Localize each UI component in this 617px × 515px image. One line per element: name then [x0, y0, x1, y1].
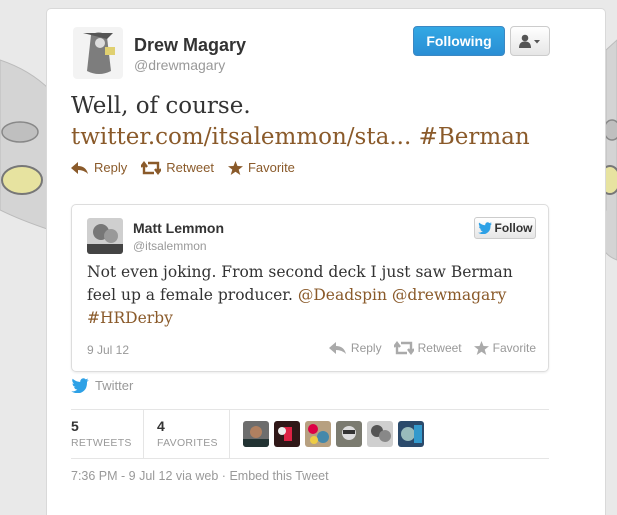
retweet-action[interactable]: Retweet: [141, 160, 214, 175]
embedded-retweet-action[interactable]: Retweet: [393, 341, 462, 355]
hashtag-hrderby[interactable]: #HRDerby: [87, 309, 173, 327]
author-info: Drew Magary @drewmagary: [134, 35, 246, 73]
retweet-label: Retweet: [166, 160, 214, 175]
stats-divider: [143, 410, 144, 458]
author-name[interactable]: Drew Magary: [134, 35, 246, 56]
twitter-bird-icon: [71, 378, 89, 393]
following-button[interactable]: Following: [413, 26, 505, 56]
embedded-retweet-label: Retweet: [417, 341, 462, 355]
mention-drewmagary[interactable]: @drewmagary: [392, 286, 507, 304]
star-icon: [473, 341, 489, 355]
favorites-count: 4: [157, 418, 165, 434]
retweet-icon: [141, 160, 162, 175]
favorite-action[interactable]: Favorite: [227, 160, 295, 175]
favoriter-avatar[interactable]: [336, 421, 362, 447]
embedded-date[interactable]: 9 Jul 12: [87, 343, 129, 357]
embedded-avatar[interactable]: [87, 218, 123, 254]
embed-tweet-link[interactable]: Embed this Tweet: [229, 469, 328, 483]
favorites-label: FAVORITES: [157, 437, 218, 449]
tweet-actions: Reply Retweet Favorite: [71, 160, 295, 175]
embedded-reply-label: Reply: [350, 341, 382, 355]
favoriter-avatar[interactable]: [398, 421, 424, 447]
user-actions-button[interactable]: [510, 26, 550, 56]
embedded-tweet-text: Not even joking. From second deck I just…: [87, 261, 537, 330]
reply-icon: [328, 342, 346, 354]
tweet-footer: 7:36 PM - 9 Jul 12 via web · Embed this …: [71, 469, 329, 483]
embedded-author-name[interactable]: Matt Lemmon: [133, 220, 224, 236]
tweet-line: Well, of course.: [71, 93, 251, 119]
tweet-card: Drew Magary @drewmagary Following Well, …: [46, 8, 606, 515]
star-icon: [227, 160, 243, 175]
caret-down-icon: [534, 40, 540, 44]
author-handle[interactable]: @drewmagary: [134, 57, 246, 73]
mention-deadspin[interactable]: @Deadspin: [298, 286, 387, 304]
embedded-favorite-action[interactable]: Favorite: [473, 341, 536, 355]
embedded-actions: Reply Retweet Favorite: [328, 341, 536, 355]
retweets-stat[interactable]: 5 RETWEETS: [71, 418, 132, 449]
tweet-stats: 5 RETWEETS 4 FAVORITES: [71, 409, 549, 459]
footer-separator: ·: [221, 469, 226, 483]
favoriter-avatar[interactable]: [305, 421, 331, 447]
favoriters-avatars: [243, 421, 424, 447]
favoriter-avatar[interactable]: [243, 421, 269, 447]
embedded-favorite-label: Favorite: [492, 341, 536, 355]
tweet-timestamp[interactable]: 7:36 PM - 9 Jul 12 via web: [71, 469, 218, 483]
twitter-source-link[interactable]: Twitter: [71, 378, 133, 393]
retweets-count: 5: [71, 418, 79, 434]
user-icon: [519, 34, 540, 48]
embedded-author-handle[interactable]: @itsalemmon: [133, 239, 207, 253]
twitter-label: Twitter: [95, 378, 134, 393]
favoriter-avatar[interactable]: [367, 421, 393, 447]
follow-label: Follow: [494, 221, 533, 235]
tweet-text: Well, of course. twitter.com/itsalemmon/…: [71, 91, 571, 153]
twitter-bird-icon: [477, 222, 492, 234]
retweets-label: RETWEETS: [71, 437, 132, 449]
reply-action[interactable]: Reply: [71, 160, 127, 175]
retweet-icon: [393, 341, 414, 355]
tweet-hashtag[interactable]: #Berman: [419, 124, 530, 150]
follow-button[interactable]: Follow: [474, 217, 536, 239]
favorites-stat[interactable]: 4 FAVORITES: [157, 418, 218, 449]
reply-label: Reply: [94, 160, 128, 175]
embedded-tweet[interactable]: Matt Lemmon @itsalemmon Follow Not even …: [71, 204, 549, 372]
stats-divider: [229, 410, 230, 458]
author-avatar[interactable]: [73, 27, 123, 79]
embedded-reply-action[interactable]: Reply: [328, 341, 382, 355]
favoriter-avatar[interactable]: [274, 421, 300, 447]
tweet-link[interactable]: twitter.com/itsalemmon/sta...: [71, 124, 411, 150]
reply-icon: [71, 161, 88, 174]
favorite-label: Favorite: [247, 160, 295, 175]
